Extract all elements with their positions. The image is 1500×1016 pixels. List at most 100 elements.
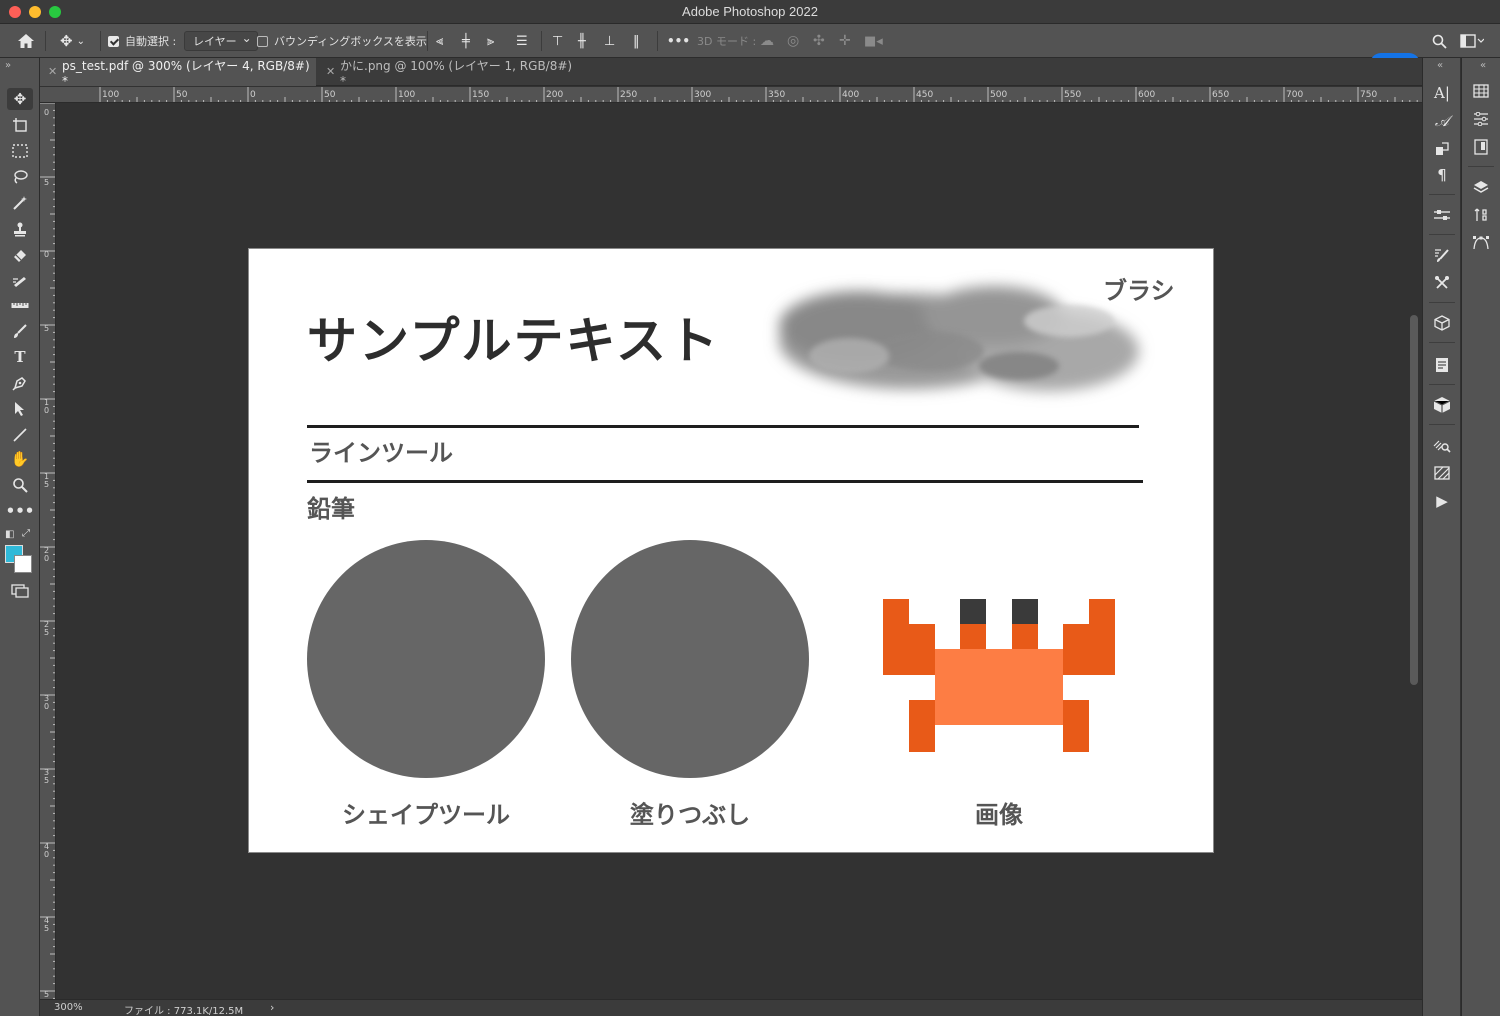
table-panel-icon[interactable]	[1468, 80, 1494, 102]
3d-orbit-icon[interactable]: ☁	[760, 24, 774, 58]
properties-adjust-icon[interactable]	[1429, 204, 1455, 226]
shape-tool-label-text[interactable]: シェイプツール	[307, 795, 545, 830]
move-tool-icon[interactable]: ✥	[7, 88, 33, 110]
zoom-level[interactable]: 300%	[54, 1002, 83, 1013]
pencil-stroke[interactable]	[307, 480, 1143, 483]
rectangular-marquee-icon[interactable]	[7, 140, 33, 162]
swap-colors-icon[interactable]: ⤢	[22, 528, 30, 539]
pencil-label-text[interactable]: 鉛筆	[307, 489, 355, 524]
document-canvas[interactable]: サンプルテキスト ブラシ ラインツール 鉛筆 シェイプツール 塗りつぶし 画像	[248, 248, 1214, 853]
horizontal-ruler[interactable]: 100 50 0 50 100 150 200 250 300 350 400 …	[40, 87, 1422, 103]
ruler-label: 4 5	[44, 916, 50, 933]
line-tool-label-text[interactable]: ラインツール	[309, 433, 453, 468]
vertical-scrollbar[interactable]	[1406, 103, 1422, 999]
edit-toolbar-icon[interactable]: •••	[6, 500, 35, 522]
ruler-label: 150	[472, 90, 490, 100]
bounding-box-checkbox[interactable]: バウンディングボックスを表示	[257, 24, 427, 58]
collapse-panels-icon[interactable]: «	[1480, 60, 1486, 71]
align-horizontal-centers-icon[interactable]: ╪	[462, 24, 470, 58]
more-options-button[interactable]: •••	[667, 24, 690, 58]
libraries-panel-icon[interactable]	[1468, 136, 1494, 158]
3d-scale-icon[interactable]: ■◂	[864, 24, 883, 58]
tab-ps-test[interactable]: ✕ ps_test.pdf @ 300% (レイヤー 4, RGB/8#) *	[40, 58, 316, 88]
move-tool-preset-icon[interactable]: ✥ ⌄	[60, 24, 85, 58]
magic-wand-icon[interactable]	[7, 192, 33, 214]
ruler-label: 650	[1212, 90, 1230, 100]
divider	[1429, 424, 1455, 425]
status-menu-arrow[interactable]: ›	[270, 1001, 274, 1014]
crab-image[interactable]	[883, 599, 1115, 753]
options-bar: ✥⌄ 自動選択 : レイヤー バウンディングボックスを表示 ⫷ ╪ ⫸ ☰ ⊤ …	[0, 24, 1500, 75]
character-styles-icon[interactable]	[1429, 138, 1455, 160]
tab-kani[interactable]: ✕ かに.png @ 100% (レイヤー 1, RGB/8#) *	[318, 58, 578, 88]
layers-panel-icon[interactable]	[1468, 176, 1494, 198]
brush-label-text[interactable]: ブラシ	[1103, 271, 1175, 306]
notes-panel-icon[interactable]	[1429, 354, 1455, 376]
align-left-edges-icon[interactable]: ⫷	[436, 24, 443, 58]
brush-tool-icon[interactable]	[7, 320, 33, 342]
actions-play-icon[interactable]: ▶	[1429, 490, 1455, 512]
auto-select-check[interactable]	[108, 35, 119, 47]
vertical-ruler[interactable]: 0 5 0 5 1 0 1 5 2 0 2 5 3 0 3 5 4 0 4 5 …	[40, 103, 56, 999]
character-panel-icon[interactable]: A|	[1429, 82, 1455, 104]
tool-presets-icon[interactable]	[1429, 272, 1455, 294]
ruler-label: 500	[990, 90, 1008, 100]
line-tool-icon[interactable]	[7, 424, 33, 446]
3d-pan-icon[interactable]: ✣	[813, 24, 825, 58]
ruler-label: 100	[102, 90, 120, 100]
clone-stamp-icon[interactable]	[7, 218, 33, 240]
ruler-tool-icon[interactable]	[7, 294, 33, 316]
home-icon[interactable]	[17, 24, 35, 58]
align-top-edges-icon[interactable]: ⊤	[552, 24, 563, 58]
divider	[100, 31, 101, 51]
type-tool-icon[interactable]: T	[7, 346, 33, 368]
brush-stroke-cloud[interactable]	[759, 261, 1159, 411]
shape-circle[interactable]	[307, 540, 545, 778]
channels-panel-icon[interactable]	[1468, 204, 1494, 226]
brush-settings-icon[interactable]	[1429, 244, 1455, 266]
line-stroke[interactable]	[307, 425, 1139, 428]
auto-select-target-dropdown[interactable]: レイヤー	[184, 24, 258, 58]
adjustments-panel-icon[interactable]	[1468, 108, 1494, 130]
paragraph-panel-icon[interactable]: ¶	[1429, 164, 1455, 186]
lasso-tool-icon[interactable]	[7, 166, 33, 188]
collapse-toolbar-icon[interactable]: »	[5, 60, 11, 71]
fill-circle[interactable]	[571, 540, 809, 778]
bounding-box-check[interactable]	[257, 35, 268, 47]
distribute-vertical-icon[interactable]: ☰	[516, 24, 528, 58]
align-vertical-centers-icon[interactable]: ╫	[578, 24, 586, 58]
background-color-swatch[interactable]	[14, 555, 32, 573]
vertical-scroll-thumb[interactable]	[1410, 315, 1418, 685]
align-bottom-edges-icon[interactable]: ⊥	[604, 24, 615, 58]
workspace-icon[interactable]	[1460, 24, 1484, 58]
ruler-label: 400	[842, 90, 860, 100]
fill-label-text[interactable]: 塗りつぶし	[571, 795, 809, 830]
pen-tool-icon[interactable]	[7, 372, 33, 394]
search-icon[interactable]	[1432, 24, 1447, 58]
default-colors-icon[interactable]: ◧	[5, 529, 14, 540]
eraser-tool-icon[interactable]	[7, 244, 33, 266]
artboard-tool-icon[interactable]	[7, 114, 33, 136]
3d-mode-label: 3D モード :	[697, 35, 757, 48]
3d-roll-icon[interactable]: ◎	[787, 24, 799, 58]
glyphs-panel-icon[interactable]: 𝒜	[1429, 110, 1455, 132]
3d-panel-icon[interactable]	[1429, 312, 1455, 334]
auto-select-checkbox[interactable]: 自動選択 :	[108, 24, 176, 58]
patterns-panel-icon[interactable]	[1429, 462, 1455, 484]
document-title-text[interactable]: サンプルテキスト	[307, 301, 720, 373]
align-right-edges-icon[interactable]: ⫸	[487, 24, 494, 58]
path-selection-icon[interactable]	[7, 398, 33, 420]
image-label-text[interactable]: 画像	[949, 795, 1049, 830]
close-tab-icon[interactable]: ✕	[48, 65, 57, 78]
zoom-tool-icon[interactable]	[7, 474, 33, 496]
close-tab-icon[interactable]: ✕	[326, 65, 335, 78]
paths-panel-icon[interactable]	[1468, 232, 1494, 254]
collapse-panels-icon[interactable]: «	[1437, 60, 1443, 71]
smudge-tool-icon[interactable]	[7, 270, 33, 292]
distribute-horizontal-icon[interactable]: ‖	[633, 24, 640, 58]
libraries-3d-icon[interactable]	[1429, 394, 1455, 416]
hand-tool-icon[interactable]: ✋	[7, 448, 33, 470]
3d-slide-icon[interactable]: ✛	[839, 24, 851, 58]
adjustments-search-icon[interactable]	[1429, 434, 1455, 456]
quick-mask-icon[interactable]	[7, 580, 33, 602]
